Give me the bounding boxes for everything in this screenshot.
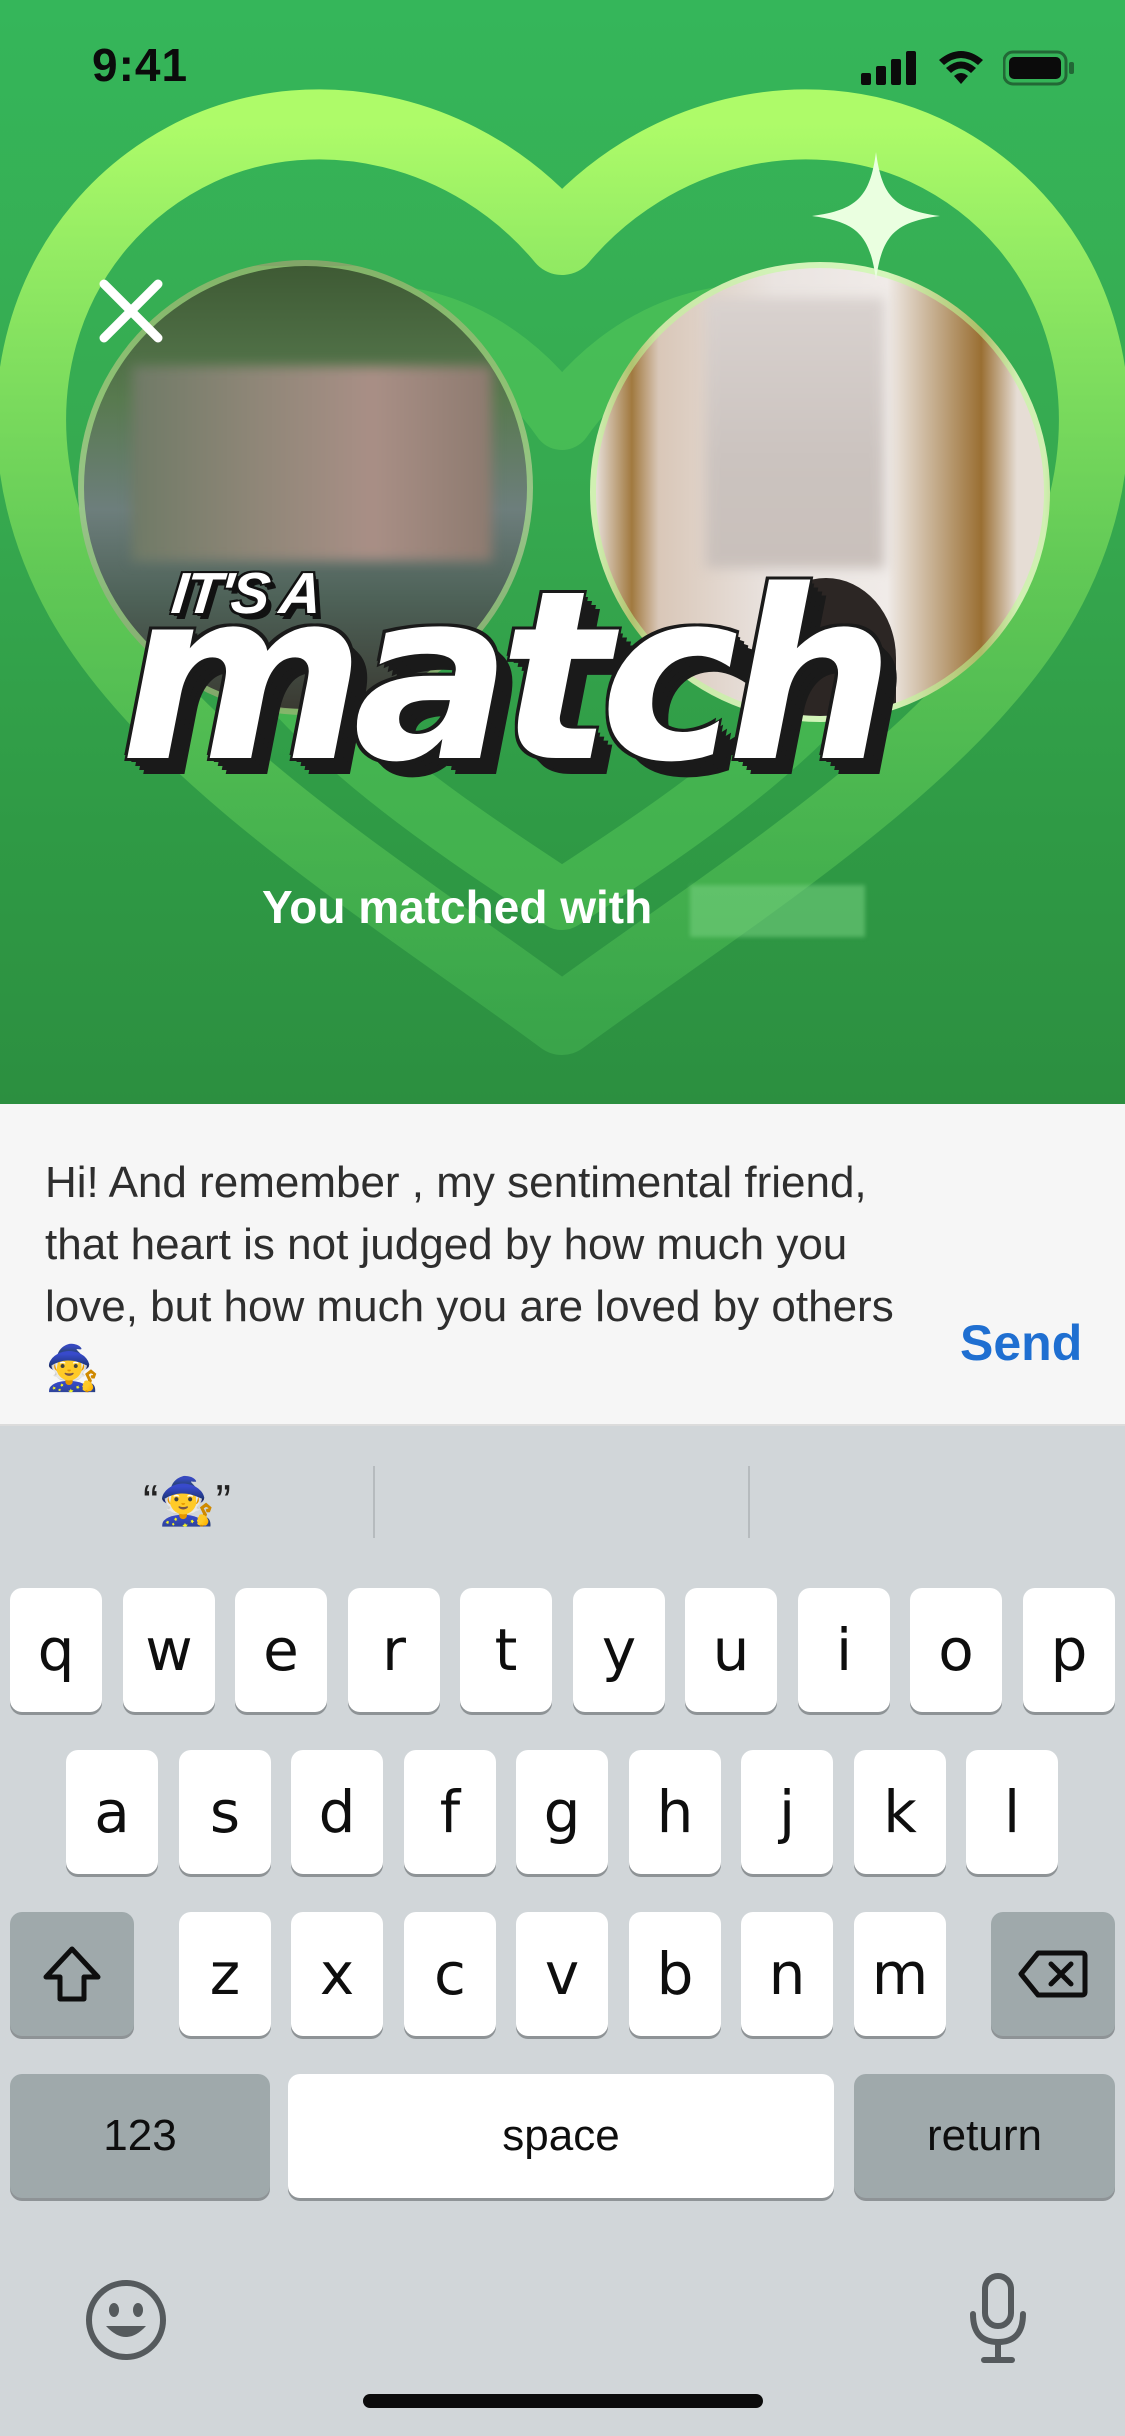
matched-with-text: You matched with (262, 881, 653, 933)
key-g[interactable]: g (516, 1750, 608, 1874)
key-f[interactable]: f (404, 1750, 496, 1874)
headline-match: match (120, 541, 894, 814)
key-s[interactable]: s (179, 1750, 271, 1874)
key-t[interactable]: t (460, 1588, 552, 1712)
wifi-icon (939, 51, 983, 84)
keyboard: “🧙” q w e r t y u i o p a s d f g h j k … (0, 1426, 1125, 2436)
key-a[interactable]: a (66, 1750, 158, 1874)
key-c[interactable]: c (404, 1912, 496, 2036)
key-h[interactable]: h (629, 1750, 721, 1874)
blurred-face (706, 298, 884, 568)
status-time: 9:41 (92, 39, 189, 91)
key-q[interactable]: q (10, 1588, 102, 1712)
key-z[interactable]: z (179, 1912, 271, 2036)
blurred-name (690, 885, 865, 937)
match-header: 9:41 IT'S A match You matched with (0, 0, 1125, 1104)
signal-icon (861, 51, 916, 85)
key-r[interactable]: r (348, 1588, 440, 1712)
key-d[interactable]: d (291, 1750, 383, 1874)
suggestion-item[interactable] (375, 1464, 749, 1539)
key-m[interactable]: m (854, 1912, 946, 2036)
key-b[interactable]: b (629, 1912, 721, 2036)
key-n[interactable]: n (741, 1912, 833, 2036)
key-w[interactable]: w (123, 1588, 215, 1712)
sparkle-icon (812, 152, 940, 280)
shift-icon (43, 1946, 101, 2002)
close-icon[interactable] (96, 276, 166, 346)
key-p[interactable]: p (1023, 1588, 1115, 1712)
delete-icon (1018, 1950, 1088, 1998)
status-bar: 9:41 (0, 0, 1125, 135)
numbers-key[interactable]: 123 (10, 2074, 270, 2198)
key-u[interactable]: u (685, 1588, 777, 1712)
key-e[interactable]: e (235, 1588, 327, 1712)
suggestion-item[interactable]: “🧙” (0, 1464, 374, 1539)
home-indicator[interactable] (363, 2394, 763, 2408)
key-x[interactable]: x (291, 1912, 383, 2036)
message-input[interactable]: Hi! And remember , my sentimental friend… (45, 1152, 925, 1400)
return-key[interactable]: return (854, 2074, 1115, 2198)
key-k[interactable]: k (854, 1750, 946, 1874)
suggestion-bar: “🧙” (0, 1426, 1125, 1576)
key-v[interactable]: v (516, 1912, 608, 2036)
suggestion-item[interactable] (750, 1464, 1124, 1539)
status-icons (861, 50, 1075, 86)
shift-key[interactable] (10, 1912, 134, 2036)
key-i[interactable]: i (798, 1588, 890, 1712)
emoji-icon[interactable] (84, 2278, 168, 2362)
send-button[interactable]: Send (960, 1314, 1082, 1372)
microphone-icon[interactable] (968, 2272, 1028, 2366)
key-l[interactable]: l (966, 1750, 1058, 1874)
key-o[interactable]: o (910, 1588, 1002, 1712)
space-key[interactable]: space (288, 2074, 834, 2198)
key-y[interactable]: y (573, 1588, 665, 1712)
message-compose: Hi! And remember , my sentimental friend… (0, 1104, 1125, 1426)
battery-icon (1003, 50, 1074, 86)
delete-key[interactable] (991, 1912, 1115, 2036)
key-j[interactable]: j (741, 1750, 833, 1874)
blurred-face (132, 366, 492, 561)
